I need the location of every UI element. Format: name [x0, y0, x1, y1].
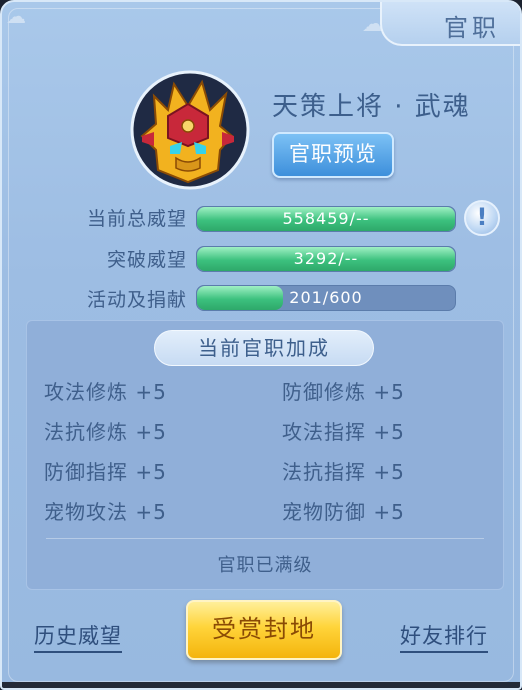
bonus-item-value: +5 [135, 500, 167, 524]
bonus-header: 当前官职加成 [154, 330, 374, 366]
bonus-item: 法抗指挥 +5 [282, 456, 405, 485]
bonus-item: 法抗修炼 +5 [44, 416, 167, 445]
rank-max-status: 官职已满级 [217, 555, 313, 576]
cloud-ornament-icon: ☁ [6, 4, 26, 28]
bonus-item-name: 宠物攻法 [44, 500, 128, 524]
breakthrough-prestige-value: 3292/-- [293, 249, 359, 268]
activity-donation-label: 活动及捐献 [86, 289, 187, 311]
breakthrough-prestige-label: 突破威望 [106, 249, 187, 271]
total-prestige-label: 当前总威望 [86, 208, 187, 230]
bonus-item-name: 法抗指挥 [282, 460, 366, 484]
activity-donation-bar: 201/600 [196, 285, 456, 311]
bonus-item-name: 法抗修炼 [44, 420, 128, 444]
bonus-item-value: +5 [373, 420, 405, 444]
title-tab: 官职 [380, 2, 520, 46]
breakthrough-prestige-bar: 3292/-- [196, 246, 456, 272]
panel-title: 官职 [444, 14, 500, 42]
rank-preview-button[interactable]: 官职预览 [272, 132, 394, 178]
bonus-item: 宠物攻法 +5 [44, 496, 167, 525]
bonus-item-value: +5 [135, 380, 167, 404]
info-icon[interactable]: ! [464, 200, 500, 236]
bonus-item: 宠物防御 +5 [282, 496, 405, 525]
bonus-item-name: 防御指挥 [44, 460, 128, 484]
bonus-item: 攻法指挥 +5 [282, 416, 405, 445]
bonus-item-name: 宠物防御 [282, 500, 366, 524]
receive-fief-button[interactable]: 受赏封地 [186, 600, 342, 660]
divider [46, 538, 484, 539]
prestige-history-link[interactable]: 历史威望 [34, 620, 122, 653]
bonus-item-name: 攻法指挥 [282, 420, 366, 444]
total-prestige-value: 558459/-- [282, 209, 370, 228]
bonus-item-name: 攻法修炼 [44, 380, 128, 404]
bonus-item: 攻法修炼 +5 [44, 376, 167, 405]
golden-helmet-icon [124, 66, 252, 194]
bonus-item-value: +5 [373, 460, 405, 484]
bonus-item-name: 防御修炼 [282, 380, 366, 404]
rank-name: 天策上将 · 武魂 [272, 92, 471, 122]
official-rank-panel: ☁ ☁ 官职 天策上将 · 武魂 官职预览 当前总威望 558459/-- 突破… [0, 0, 522, 690]
bonus-item-value: +5 [135, 460, 167, 484]
bonus-item-value: +5 [135, 420, 167, 444]
bonus-item: 防御修炼 +5 [282, 376, 405, 405]
bottom-strip [2, 682, 520, 688]
bonus-item-value: +5 [373, 500, 405, 524]
bonus-item: 防御指挥 +5 [44, 456, 167, 485]
friend-ranking-link[interactable]: 好友排行 [400, 620, 488, 653]
activity-donation-value: 201/600 [289, 288, 363, 307]
total-prestige-bar: 558459/-- [196, 206, 456, 232]
bonus-item-value: +5 [373, 380, 405, 404]
